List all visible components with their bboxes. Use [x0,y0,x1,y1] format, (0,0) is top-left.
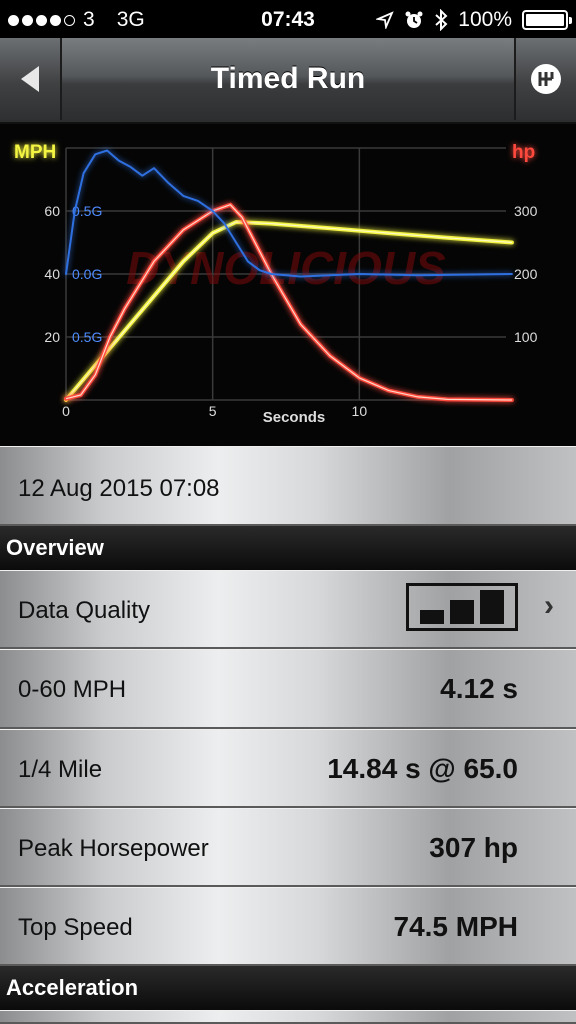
data-quality-label: Data Quality [18,597,151,624]
battery-icon [522,10,572,30]
y-right-tick-label: 100 [514,329,538,345]
x-tick-label: 5 [209,403,217,419]
watermark-logo: DYNOLICIOUS [126,242,446,294]
y-right-tick-label: 300 [514,203,538,219]
zero-to-sixty-value: 4.12 s [440,673,518,704]
y-axis-left-label: MPH [14,142,56,163]
y-axis-right-label: hp [512,142,535,163]
back-arrow-icon [21,66,39,92]
gear-shift-button[interactable] [514,38,576,120]
section-acceleration: Acceleration [0,966,576,1010]
x-tick-label: 0 [62,403,70,419]
alarm-icon [405,11,423,28]
gear-shift-icon [531,64,561,94]
section-overview: Overview [0,526,576,570]
location-icon [376,11,394,29]
chevron-right-icon: › [544,589,554,622]
y-left-tick-label: 60 [44,203,60,219]
quarter-mile-row: 1/4 Mile 14.84 s @ 65.0 [0,729,576,808]
y-right-tick-label: 200 [514,266,538,282]
status-right: 100% [376,8,572,32]
quarter-mile-value: 14.84 s @ 65.0 [327,753,518,784]
top-speed-value: 74.5 MPH [393,911,519,942]
acceleration-row [0,1010,576,1024]
y-left-tick-label: 40 [44,266,60,282]
x-axis-label: Seconds [263,409,326,426]
quarter-mile-label: 1/4 Mile [18,756,103,783]
peak-horsepower-label: Peak Horsepower [18,835,209,862]
g-tick-label: 0.5G [72,329,102,345]
zero-to-sixty-row: 0-60 MPH 4.12 s [0,649,576,729]
zero-to-sixty-label: 0-60 MPH [18,676,127,703]
run-date: 12 Aug 2015 07:08 [18,475,220,502]
page-title: Timed Run [210,62,366,95]
status-bar: 3 3G 07:43 100% [0,0,576,38]
peak-horsepower-value: 307 hp [429,832,518,863]
timed-run-chart: DYNOLICIOUS MPH hp Seconds 0 5 10 20 40 60 100 200 3… [0,124,576,446]
chart-svg: DYNOLICIOUS MPH hp Seconds 0 5 10 20 40 60 100 200 3… [14,142,538,426]
battery-percent: 100% [458,8,512,31]
peak-horsepower-row: Peak Horsepower 307 hp [0,808,576,887]
navigation-bar: Timed Run [0,38,576,124]
top-speed-row: Top Speed 74.5 MPH [0,887,576,966]
signal-bars-icon [406,583,518,631]
x-tick-label: 10 [352,403,368,419]
back-button[interactable] [0,38,62,120]
run-date-row: 12 Aug 2015 07:08 [0,446,576,526]
bluetooth-icon [435,9,448,31]
data-quality-row[interactable]: Data Quality › [0,570,576,649]
y-left-tick-label: 20 [44,329,60,345]
series-line-hp [64,202,514,402]
top-speed-label: Top Speed [18,914,133,941]
g-tick-label: 0.0G [72,266,102,282]
